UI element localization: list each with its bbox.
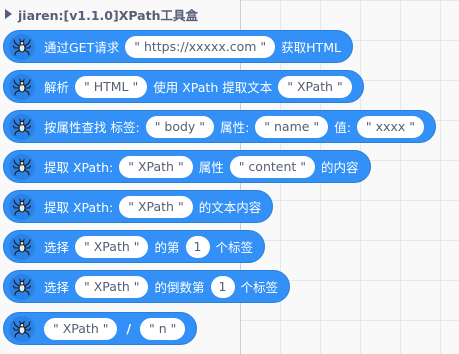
xpath-input[interactable]: " XPath " <box>119 155 193 178</box>
xpath-input[interactable]: " XPath " <box>44 317 118 340</box>
html-input[interactable]: " HTML " <box>75 75 148 98</box>
tag-input[interactable]: " body " <box>145 115 215 138</box>
block-text: 提取 XPath: <box>44 160 114 175</box>
spider-icon <box>9 315 35 342</box>
block-text: 的第 <box>154 240 180 255</box>
block-palette: jiaren:[v1.1.0]XPath工具盒 通过GET请求 " https:… <box>0 0 436 354</box>
index-input[interactable]: 1 <box>210 275 235 298</box>
spider-icon <box>9 113 35 140</box>
index-input[interactable]: 1 <box>185 235 210 258</box>
n-input[interactable]: " n " <box>140 317 186 340</box>
block-text: 提取 XPath: <box>44 200 114 215</box>
block-text: 通过GET请求 <box>44 40 120 55</box>
spider-icon <box>9 73 35 100</box>
workspace-canvas[interactable] <box>241 0 459 354</box>
xpath-input[interactable]: " XPath " <box>75 235 149 258</box>
spider-icon <box>9 193 35 220</box>
spider-icon <box>9 153 35 180</box>
block-select-nth[interactable]: 选择 " XPath " 的第 1 个标签 <box>3 230 266 263</box>
spider-icon <box>9 33 35 60</box>
xpath-input[interactable]: " XPath " <box>119 195 193 218</box>
block-text: 按属性查找 标签: <box>44 120 140 135</box>
block-text: 的倒数第 <box>154 280 205 295</box>
category-title: jiaren:[v1.1.0]XPath工具盒 <box>18 7 198 23</box>
spider-icon <box>9 233 35 260</box>
block-text: 选择 <box>44 240 70 255</box>
xpath-input[interactable]: " XPath " <box>75 275 149 298</box>
category-header[interactable]: jiaren:[v1.1.0]XPath工具盒 <box>5 4 198 24</box>
spider-icon <box>9 273 35 300</box>
separator-text: / <box>126 321 132 336</box>
block-text: 解析 <box>44 80 70 95</box>
block-join-path[interactable]: " XPath " / " n " <box>3 312 198 345</box>
collapse-caret-icon[interactable] <box>5 9 12 19</box>
block-extract-text[interactable]: 提取 XPath: " XPath " 的文本内容 <box>3 190 274 223</box>
block-text: 属性 <box>198 160 224 175</box>
block-text: 选择 <box>44 280 70 295</box>
